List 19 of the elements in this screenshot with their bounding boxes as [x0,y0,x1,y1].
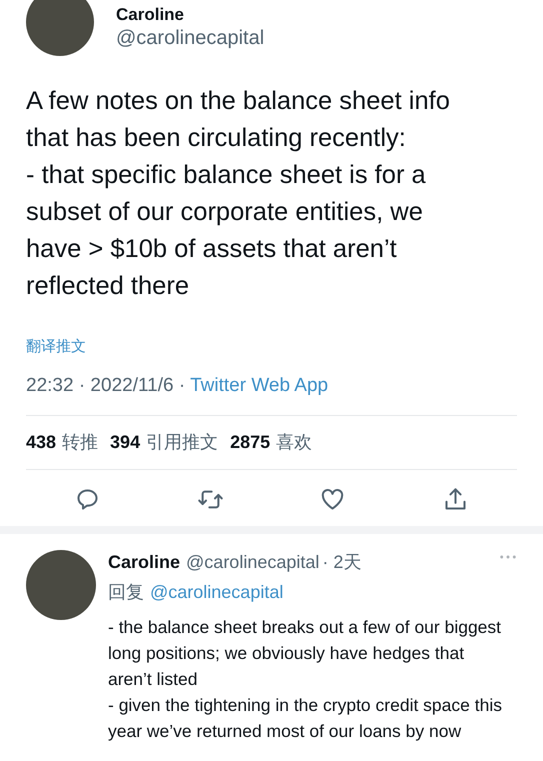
mention-link[interactable]: @carolinecapital [150,582,284,602]
post-age: · 2天 [322,552,362,572]
stat-count: 2875 [230,432,270,452]
stat-count: 438 [26,432,56,452]
stat-label[interactable]: 引用推文 [146,432,218,452]
translate-link[interactable]: 翻译推文 [26,337,86,356]
reply-label: 回复 [108,582,144,602]
stat-label[interactable]: 转推 [62,432,98,452]
tweet-text: A few notes on the balance sheet info that has been circulating recently: - that specific balance sheet is for a subset of our corporate entities, we have > $10b of assets that aren’t reflected there [26,86,451,302]
stat-count: 394 [110,432,140,452]
tweet-timestamp: 22:32 · 2022/11/6 · Twitter Web App [26,375,328,397]
avatar[interactable] [26,0,94,56]
source-link[interactable]: Twitter Web App [190,375,328,396]
reply-text: - the balance sheet breaks out a few of our biggest long positions; we obviously have hedges that aren’t listed - given the tightening in the crypto credit space this year we’ve returned most of our loans by now [108,616,503,743]
author-handle: @carolinecapital [186,552,320,572]
author-handle: @carolinecapital [116,26,264,50]
stat-label[interactable]: 喜欢 [276,432,312,452]
author-name: Caroline [116,4,186,24]
author-name: Caroline [108,552,180,572]
